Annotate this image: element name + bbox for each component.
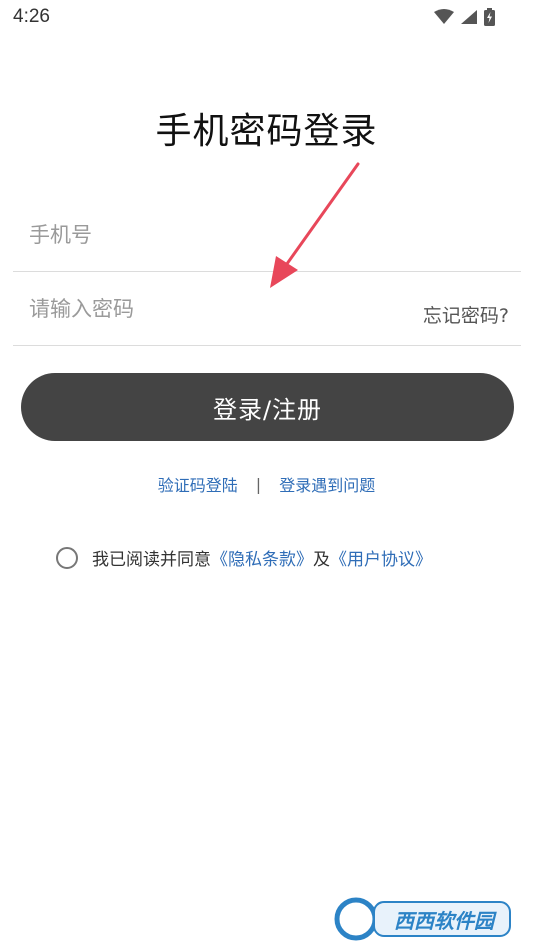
status-icons	[434, 8, 495, 26]
login-problem-link[interactable]: 登录遇到问题	[279, 472, 375, 496]
login-register-button[interactable]: 登录/注册	[21, 373, 514, 441]
user-agreement-link[interactable]: 《用户协议》	[330, 545, 432, 570]
phone-field-row	[13, 197, 521, 272]
watermark-text: 西西软件园	[394, 908, 494, 933]
login-options-row: 验证码登陆 | 登录遇到问题	[0, 472, 533, 496]
password-input[interactable]	[27, 289, 391, 329]
phone-input[interactable]	[27, 215, 391, 255]
sms-login-link[interactable]: 验证码登陆	[158, 472, 238, 496]
password-field-row: 忘记密码?	[13, 271, 521, 346]
page-title: 手机密码登录	[155, 111, 378, 152]
agreement-checkbox[interactable]	[56, 546, 78, 569]
links-divider: |	[255, 474, 262, 494]
status-time: 4:26	[13, 6, 50, 27]
battery-charging-icon	[484, 8, 495, 26]
agreement-prefix: 我已阅读并同意	[92, 550, 211, 570]
wifi-icon	[434, 9, 454, 24]
agreement-row: 我已阅读并同意 《隐私条款》 及 《用户协议》	[56, 545, 432, 570]
privacy-policy-link[interactable]: 《隐私条款》	[211, 545, 313, 570]
watermark-logo: 西西软件园	[334, 896, 514, 942]
agreement-and: 及	[313, 550, 330, 570]
status-bar: 4:26	[0, 0, 533, 36]
forgot-password-link[interactable]: 忘记密码?	[423, 301, 509, 328]
signal-icon	[461, 10, 477, 24]
